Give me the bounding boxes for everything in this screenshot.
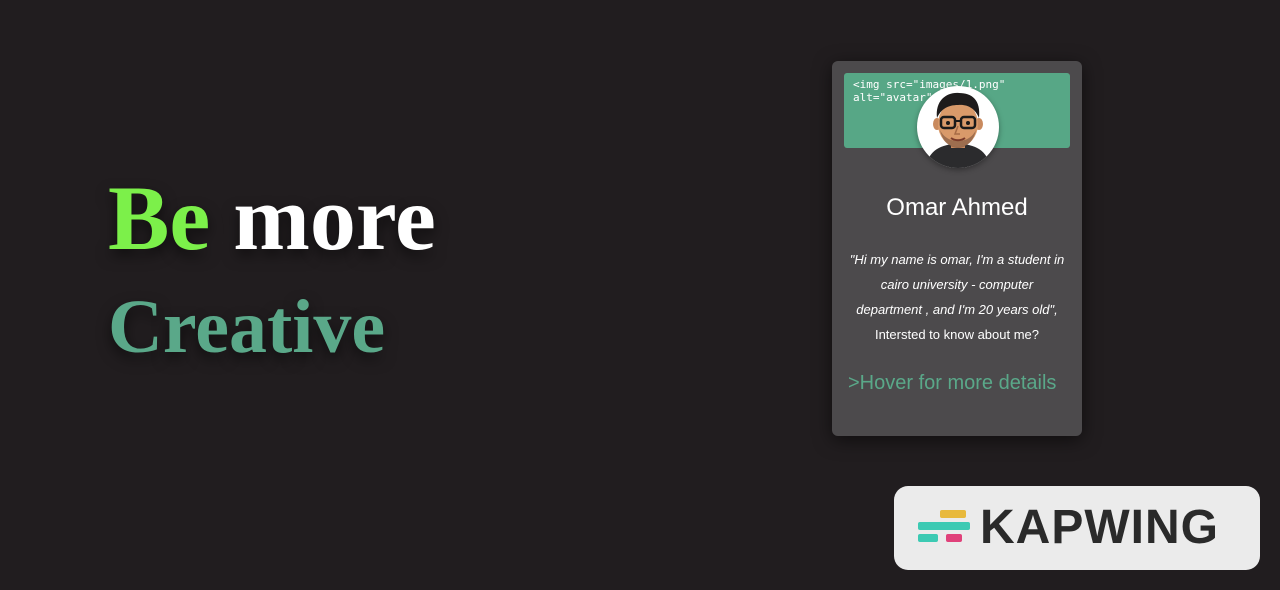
code-line-1: <img src="images/1.png" <box>853 78 1006 91</box>
watermark-text: KAPWING <box>980 501 1219 554</box>
bio-quote: "Hi my name is omar, I'm a student in ca… <box>849 252 1065 317</box>
hero-line-1: Be more <box>108 168 436 268</box>
profile-bio: "Hi my name is omar, I'm a student in ca… <box>848 247 1066 347</box>
profile-name: Omar Ahmed <box>886 194 1028 221</box>
kapwing-logo-icon <box>918 510 970 542</box>
avatar <box>917 86 999 168</box>
hero-word-creative: Creative <box>108 285 386 369</box>
avatar-icon <box>925 92 991 168</box>
bio-question: Intersted to know about me? <box>874 327 1040 342</box>
hero-word-be: Be <box>108 167 211 269</box>
hero-word-more: more <box>210 167 436 269</box>
hero-heading: Be more Creative <box>108 168 436 372</box>
kapwing-watermark: KAPWING <box>894 486 1260 570</box>
profile-card[interactable]: <img src="images/1.png" alt="avatar"> Om… <box>832 61 1082 436</box>
hover-details-link[interactable]: >Hover for more details <box>848 372 1056 395</box>
